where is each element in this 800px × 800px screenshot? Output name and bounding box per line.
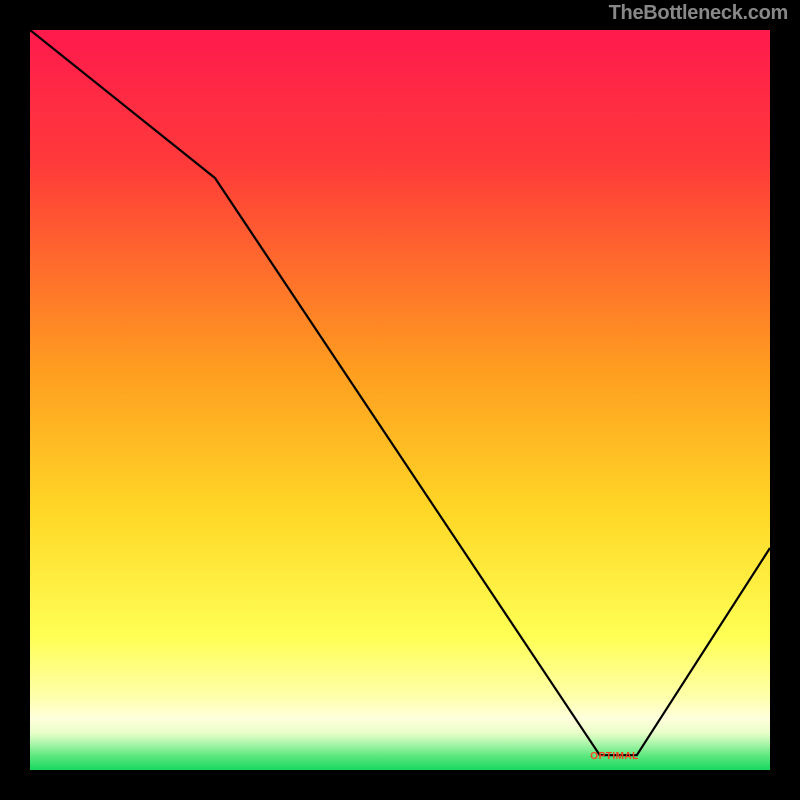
chart-container: TheBottleneck.com: [0, 0, 800, 800]
plot-area: OPTIMAL: [30, 30, 770, 770]
optimal-marker-label: OPTIMAL: [590, 751, 639, 762]
watermark-text: TheBottleneck.com: [609, 2, 788, 25]
bottleneck-curve-line: [30, 30, 770, 770]
